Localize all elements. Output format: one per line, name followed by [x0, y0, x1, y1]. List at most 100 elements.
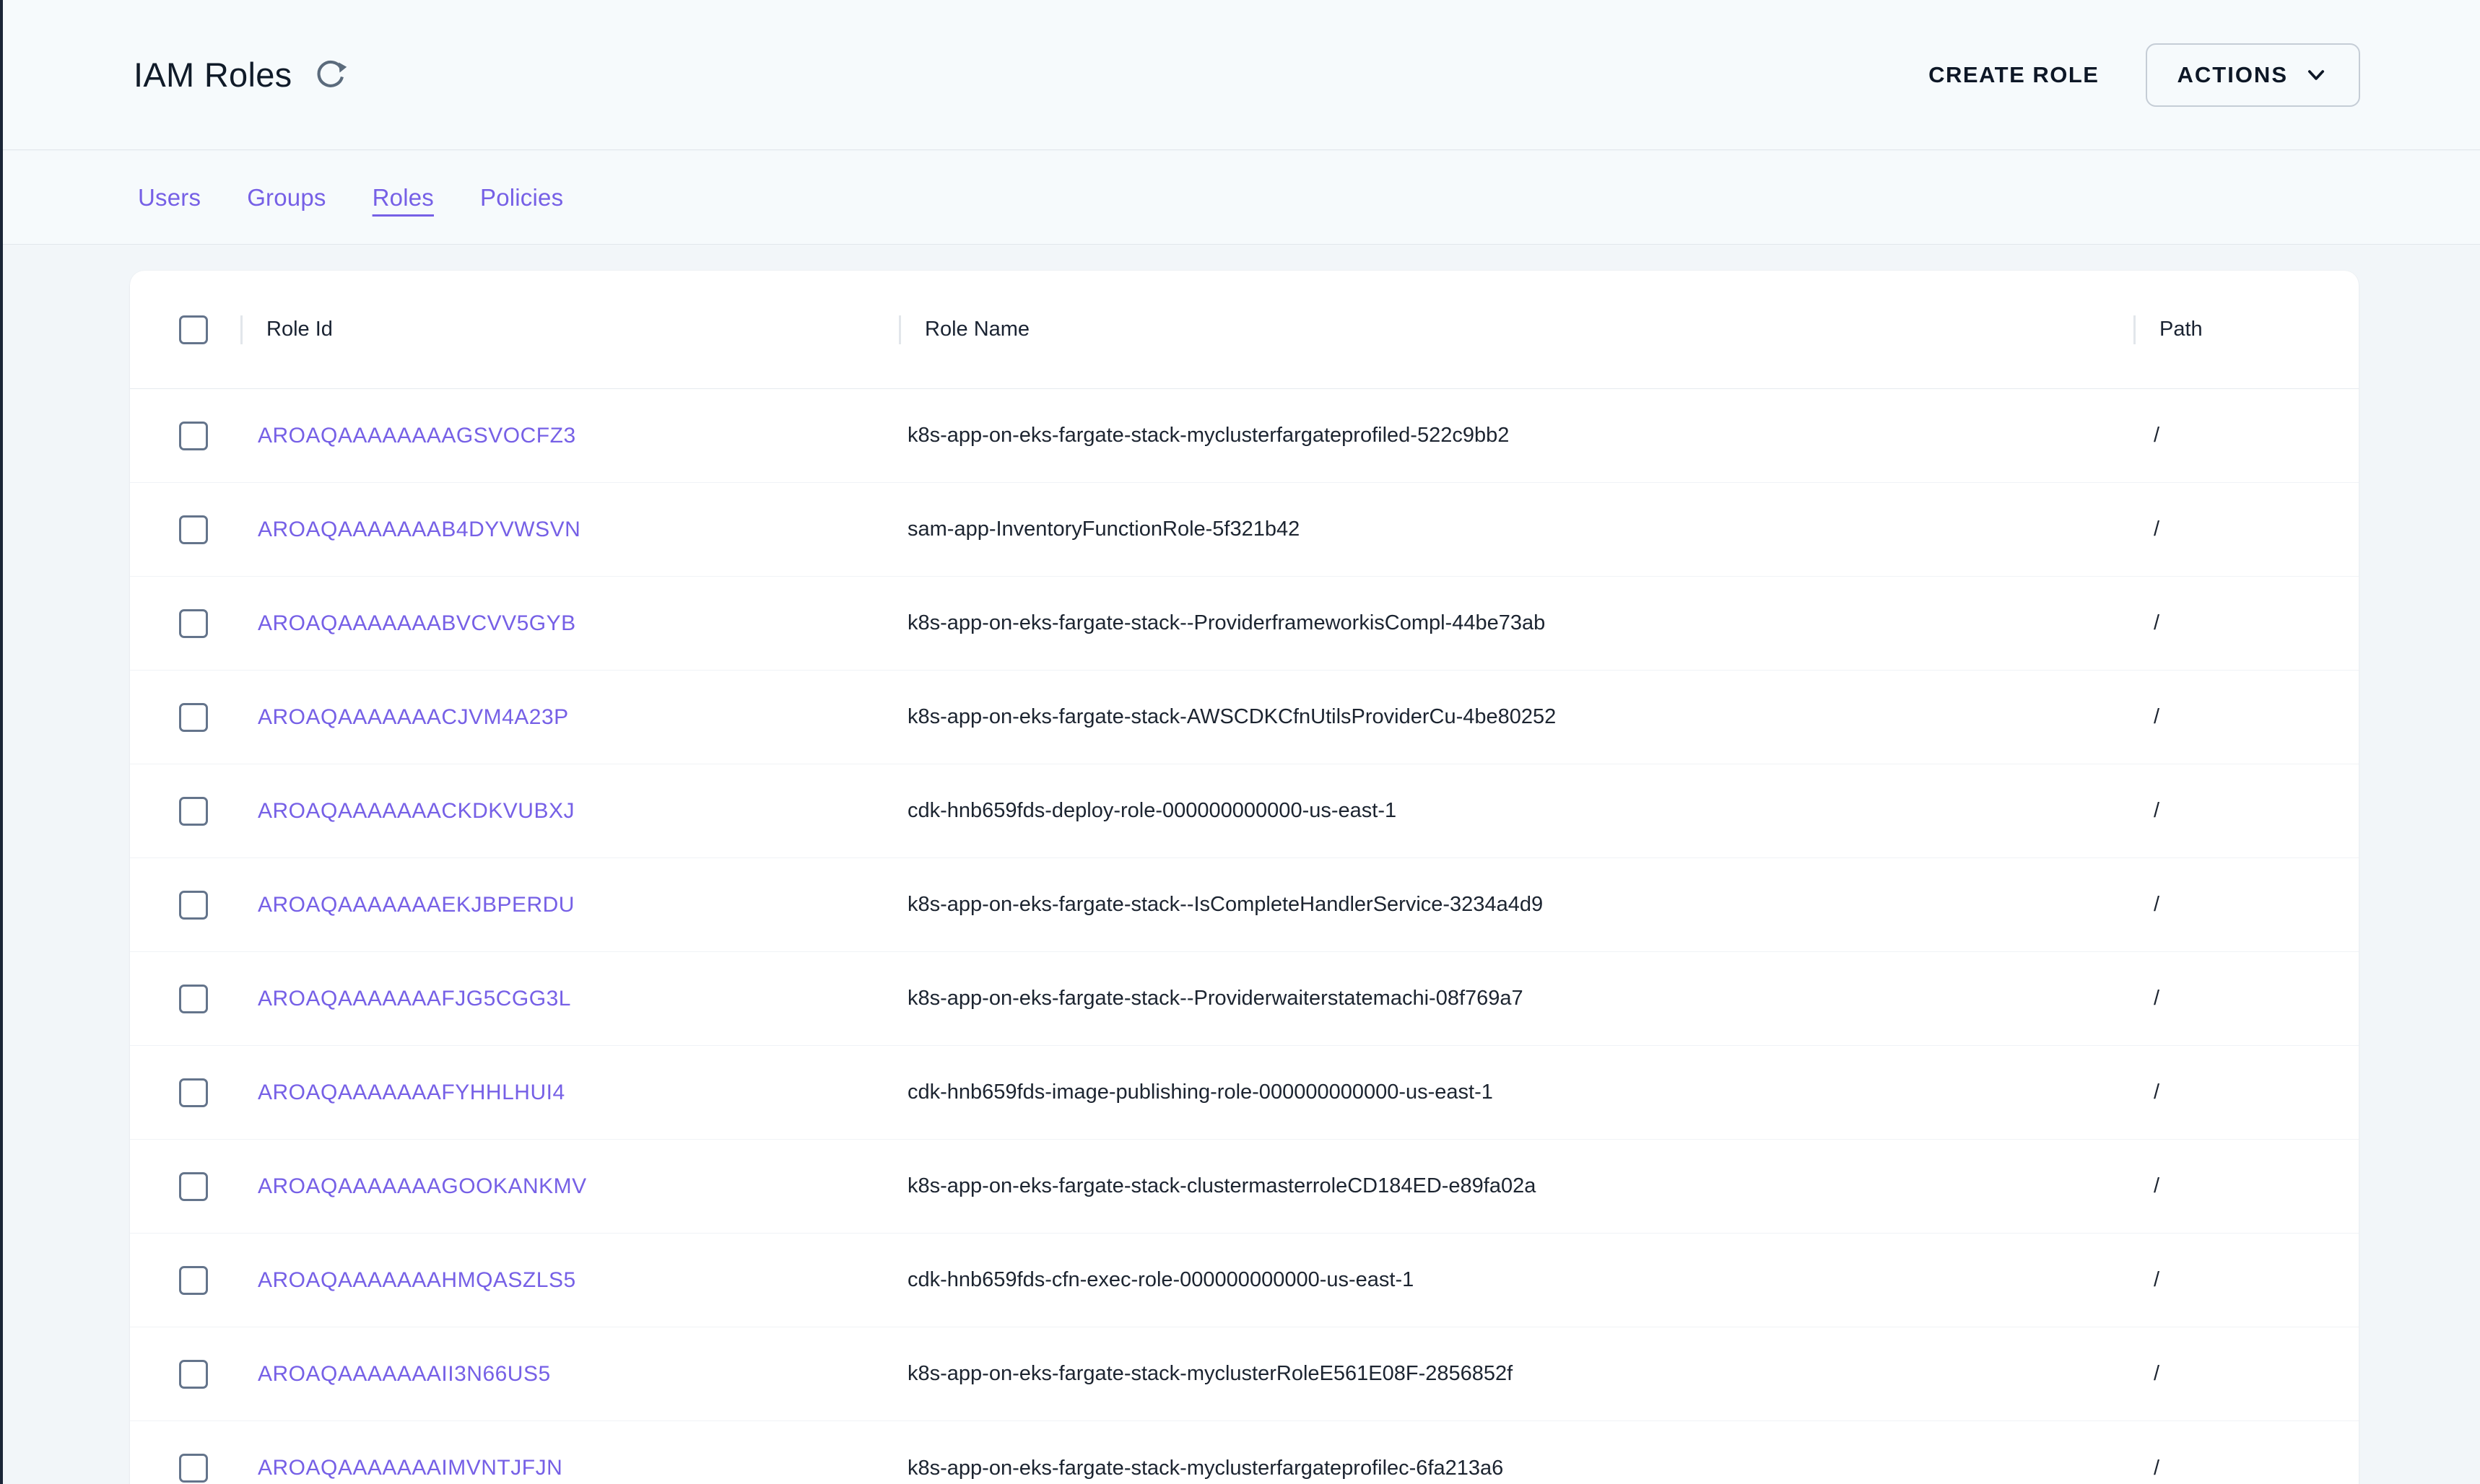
tab-roles[interactable]: Roles	[373, 184, 434, 211]
role-name: k8s-app-on-eks-fargate-stack-myclusterfa…	[899, 424, 2133, 448]
page-header: IAM Roles CREATE ROLE ACTIONS	[3, 0, 2480, 150]
role-id-link[interactable]: AROAQAAAAAAAII3N66US5	[258, 1362, 551, 1387]
table-row: AROAQAAAAAAABVCVV5GYB k8s-app-on-eks-far…	[130, 577, 2359, 671]
role-name: k8s-app-on-eks-fargate-stack-myclusterRo…	[899, 1362, 2133, 1386]
role-path: /	[2133, 1362, 2359, 1386]
row-select-cell	[179, 1360, 240, 1389]
role-id-link[interactable]: AROAQAAAAAAAB4DYVWSVN	[258, 518, 580, 542]
role-id-cell: AROAQAAAAAAAHMQASZLS5	[240, 1268, 899, 1293]
chevron-down-icon	[2304, 63, 2328, 87]
role-id-cell: AROAQAAAAAAABVCVV5GYB	[240, 611, 899, 636]
role-id-cell: AROAQAAAAAAAB4DYVWSVN	[240, 518, 899, 542]
role-id-link[interactable]: AROAQAAAAAAAAGSVOCFZ3	[258, 424, 576, 448]
table-row: AROAQAAAAAAAB4DYVWSVN sam-app-InventoryF…	[130, 483, 2359, 577]
role-name: cdk-hnb659fds-image-publishing-role-0000…	[899, 1081, 2133, 1104]
role-id-cell: AROAQAAAAAAAIMVNTJFJN	[240, 1456, 899, 1480]
role-id-link[interactable]: AROAQAAAAAAACKDKVUBXJ	[258, 799, 575, 824]
role-name: k8s-app-on-eks-fargate-stack--Providerwa…	[899, 987, 2133, 1011]
table-row: AROAQAAAAAAAHMQASZLS5 cdk-hnb659fds-cfn-…	[130, 1234, 2359, 1327]
row-select-cell	[179, 1454, 240, 1483]
table-row: AROAQAAAAAAACJVM4A23P k8s-app-on-eks-far…	[130, 671, 2359, 764]
row-checkbox[interactable]	[179, 515, 208, 544]
select-all-checkbox[interactable]	[179, 315, 208, 344]
role-path: /	[2133, 518, 2359, 541]
table-row: AROAQAAAAAAAFJG5CGG3L k8s-app-on-eks-far…	[130, 952, 2359, 1046]
table-row: AROAQAAAAAAAII3N66US5 k8s-app-on-eks-far…	[130, 1327, 2359, 1421]
role-path: /	[2133, 893, 2359, 917]
role-id-link[interactable]: AROAQAAAAAAABVCVV5GYB	[258, 611, 576, 636]
row-select-cell	[179, 1078, 240, 1107]
row-checkbox[interactable]	[179, 891, 208, 920]
sidebar-edge	[0, 0, 3, 1484]
role-name: k8s-app-on-eks-fargate-stack--IsComplete…	[899, 893, 2133, 917]
content-area: Role Id Role Name Path AROAQAAAAAAAAGSVO…	[3, 245, 2480, 1484]
role-path: /	[2133, 799, 2359, 823]
role-id-cell: AROAQAAAAAAACJVM4A23P	[240, 705, 899, 730]
title-group: IAM Roles	[134, 55, 347, 95]
column-divider	[2133, 315, 2136, 344]
row-checkbox[interactable]	[179, 1078, 208, 1107]
column-header-role-name: Role Name	[899, 315, 2133, 344]
role-name: k8s-app-on-eks-fargate-stack-clustermast…	[899, 1174, 2133, 1198]
row-checkbox[interactable]	[179, 422, 208, 450]
row-checkbox[interactable]	[179, 985, 208, 1013]
role-id-cell: AROAQAAAAAAAFYHHLHUI4	[240, 1081, 899, 1105]
tab-policies[interactable]: Policies	[480, 184, 563, 211]
role-id-link[interactable]: AROAQAAAAAAAHMQASZLS5	[258, 1268, 576, 1293]
role-id-cell: AROAQAAAAAAACKDKVUBXJ	[240, 799, 899, 824]
row-checkbox[interactable]	[179, 1172, 208, 1201]
role-path: /	[2133, 1081, 2359, 1104]
row-checkbox[interactable]	[179, 609, 208, 638]
role-id-link[interactable]: AROAQAAAAAAAGOOKANKMV	[258, 1174, 587, 1199]
page-title: IAM Roles	[134, 55, 292, 95]
row-select-cell	[179, 1266, 240, 1295]
role-id-cell: AROAQAAAAAAAAGSVOCFZ3	[240, 424, 899, 448]
create-role-button[interactable]: CREATE ROLE	[1928, 62, 2099, 88]
role-id-cell: AROAQAAAAAAAII3N66US5	[240, 1362, 899, 1387]
role-id-cell: AROAQAAAAAAAGOOKANKMV	[240, 1174, 899, 1199]
row-checkbox[interactable]	[179, 1360, 208, 1389]
actions-label: ACTIONS	[2177, 62, 2289, 88]
role-id-cell: AROAQAAAAAAAEKJBPERDU	[240, 893, 899, 917]
tab-groups[interactable]: Groups	[247, 184, 326, 211]
role-name: sam-app-InventoryFunctionRole-5f321b42	[899, 518, 2133, 541]
role-id-link[interactable]: AROAQAAAAAAAIMVNTJFJN	[258, 1456, 562, 1480]
row-select-cell	[179, 703, 240, 732]
role-id-link[interactable]: AROAQAAAAAAAFYHHLHUI4	[258, 1081, 565, 1105]
row-checkbox[interactable]	[179, 797, 208, 826]
row-checkbox[interactable]	[179, 1454, 208, 1483]
row-select-cell	[179, 1172, 240, 1201]
roles-table-card: Role Id Role Name Path AROAQAAAAAAAAGSVO…	[130, 271, 2359, 1484]
tab-bar: Users Groups Roles Policies	[3, 151, 2480, 245]
row-select-cell	[179, 422, 240, 450]
role-path: /	[2133, 705, 2359, 729]
row-select-cell	[179, 515, 240, 544]
row-select-cell	[179, 797, 240, 826]
role-path: /	[2133, 611, 2359, 635]
role-path: /	[2133, 424, 2359, 448]
actions-dropdown-button[interactable]: ACTIONS	[2146, 43, 2361, 107]
role-name: cdk-hnb659fds-cfn-exec-role-000000000000…	[899, 1268, 2133, 1292]
role-id-link[interactable]: AROAQAAAAAAACJVM4A23P	[258, 705, 569, 730]
role-path: /	[2133, 1268, 2359, 1292]
row-select-cell	[179, 891, 240, 920]
role-id-link[interactable]: AROAQAAAAAAAFJG5CGG3L	[258, 987, 571, 1011]
role-name: k8s-app-on-eks-fargate-stack-myclusterfa…	[899, 1457, 2133, 1480]
table-row: AROAQAAAAAAAGOOKANKMV k8s-app-on-eks-far…	[130, 1140, 2359, 1234]
row-checkbox[interactable]	[179, 1266, 208, 1295]
role-path: /	[2133, 1457, 2359, 1480]
table-row: AROAQAAAAAAAFYHHLHUI4 cdk-hnb659fds-imag…	[130, 1046, 2359, 1140]
role-id-cell: AROAQAAAAAAAFJG5CGG3L	[240, 987, 899, 1011]
refresh-button[interactable]	[313, 60, 347, 94]
row-select-cell	[179, 609, 240, 638]
role-name: k8s-app-on-eks-fargate-stack--Providerfr…	[899, 611, 2133, 635]
row-checkbox[interactable]	[179, 703, 208, 732]
role-name: cdk-hnb659fds-deploy-role-000000000000-u…	[899, 799, 2133, 823]
column-divider	[899, 315, 901, 344]
select-all-cell	[179, 315, 240, 344]
role-id-link[interactable]: AROAQAAAAAAAEKJBPERDU	[258, 893, 575, 917]
column-header-role-id: Role Id	[240, 315, 899, 344]
row-select-cell	[179, 985, 240, 1013]
column-header-path: Path	[2133, 315, 2359, 344]
tab-users[interactable]: Users	[138, 184, 201, 211]
